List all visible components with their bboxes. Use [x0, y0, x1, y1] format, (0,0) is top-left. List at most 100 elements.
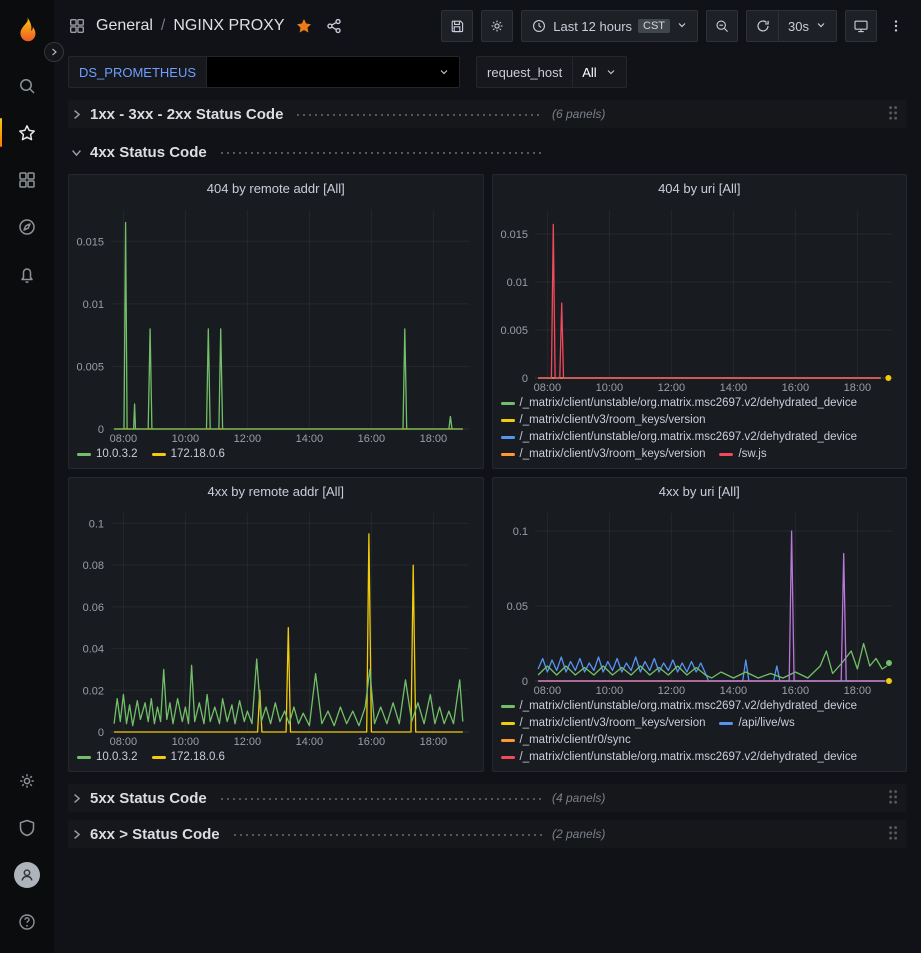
legend-item[interactable]: 10.0.3.2 [77, 446, 138, 463]
legend-item[interactable]: 172.18.0.6 [152, 749, 225, 766]
grafana-flame-icon [12, 15, 42, 45]
row-header-1xx-3xx-2xx[interactable]: 1xx - 3xx - 2xx Status Code (6 panels) [68, 100, 907, 128]
dashboard-settings-button[interactable] [481, 10, 513, 42]
svg-text:0: 0 [98, 424, 104, 436]
legend-item[interactable]: /_matrix/client/v3/room_keys/version [501, 715, 706, 732]
legend-item[interactable]: /_matrix/client/r0/sync [501, 732, 631, 749]
datasource-select[interactable] [206, 56, 460, 88]
tv-mode-button[interactable] [845, 10, 877, 42]
svg-text:16:00: 16:00 [781, 685, 809, 697]
legend-label: 10.0.3.2 [96, 749, 138, 766]
svg-text:0.015: 0.015 [76, 236, 104, 248]
panel-4xx-by-remote-addr: 4xx by remote addr [All] 08:0010:0012:00… [68, 477, 484, 772]
panel-title[interactable]: 404 by remote addr [All] [69, 175, 483, 202]
time-series-chart[interactable]: 08:0010:0012:0014:0016:0018:0000.0050.01… [493, 202, 907, 394]
legend-label: 172.18.0.6 [171, 749, 225, 766]
shield-icon [17, 818, 37, 838]
row-panel-count: (2 panels) [552, 827, 605, 841]
legend-item[interactable]: /sw.js [719, 446, 766, 463]
refresh-button[interactable] [746, 10, 778, 42]
sidebar-item-server-admin[interactable] [0, 804, 54, 851]
legend-swatch [152, 756, 166, 759]
star-icon [17, 123, 37, 143]
legend-item[interactable]: /_matrix/client/v3/room_keys/version [501, 412, 706, 429]
top-navbar: General / NGINX PROXY [54, 0, 921, 52]
row-drag-handle[interactable] [889, 826, 899, 842]
refresh-interval-dropdown[interactable]: 30s [778, 10, 837, 42]
sidebar-item-profile[interactable] [0, 851, 54, 898]
time-range-label: Last 12 hours [553, 19, 632, 34]
svg-text:08:00: 08:00 [110, 736, 138, 748]
time-series-chart[interactable]: 08:0010:0012:0014:0016:0018:0000.0050.01… [69, 202, 483, 445]
legend-item[interactable]: /_matrix/client/unstable/org.matrix.msc2… [501, 429, 858, 446]
row-title: 4xx Status Code [90, 144, 207, 161]
chart-svg: 08:0010:0012:0014:0016:0018:0000.020.040… [69, 505, 483, 748]
panel-title[interactable]: 4xx by uri [All] [493, 478, 907, 505]
toolbar: Last 12 hours CST [441, 10, 907, 42]
legend-label: /api/live/ws [738, 715, 794, 732]
breadcrumb-separator: / [161, 17, 165, 35]
sidebar-item-starred[interactable] [0, 109, 54, 156]
share-icon[interactable] [325, 17, 343, 35]
help-circle-icon [17, 912, 37, 932]
zoom-out-button[interactable] [706, 10, 738, 42]
zoom-out-icon [714, 18, 730, 34]
svg-text:0: 0 [521, 676, 527, 688]
chart-svg: 08:0010:0012:0014:0016:0018:0000.0050.01… [69, 202, 483, 445]
legend-item[interactable]: /_matrix/client/unstable/org.matrix.msc2… [501, 698, 858, 715]
row-drag-handle[interactable] [889, 106, 899, 122]
expand-sidebar-button[interactable] [44, 42, 64, 62]
search-icon [17, 76, 37, 96]
sidebar-item-dashboards[interactable] [0, 156, 54, 203]
kebab-icon [888, 18, 904, 34]
sidebar-item-alerting[interactable] [0, 250, 54, 297]
dashboard-variables-bar: DS_PROMETHEUS request_host All [54, 52, 921, 92]
legend-swatch [501, 453, 515, 456]
time-range-picker[interactable]: Last 12 hours CST [521, 10, 698, 42]
time-series-chart[interactable]: 08:0010:0012:0014:0016:0018:0000.050.1 [493, 505, 907, 697]
svg-text:10:00: 10:00 [595, 382, 623, 394]
legend-label: /_matrix/client/unstable/org.matrix.msc2… [520, 698, 858, 715]
more-options-button[interactable] [885, 10, 907, 42]
variable-datasource: DS_PROMETHEUS [68, 56, 460, 88]
sidebar-item-explore[interactable] [0, 203, 54, 250]
legend-item[interactable]: /api/live/ws [719, 715, 794, 732]
svg-text:0.01: 0.01 [506, 277, 527, 289]
sidebar-item-search[interactable] [0, 62, 54, 109]
chevron-down-icon [70, 146, 84, 159]
time-series-chart[interactable]: 08:0010:0012:0014:0016:0018:0000.020.040… [69, 505, 483, 748]
legend-item[interactable]: /_matrix/client/unstable/org.matrix.msc2… [501, 749, 858, 766]
gear-icon [489, 18, 505, 34]
row-header-5xx[interactable]: 5xx Status Code (4 panels) [68, 784, 907, 812]
sidebar-item-configuration[interactable] [0, 757, 54, 804]
legend-swatch [501, 705, 515, 708]
request-host-select[interactable]: All [572, 56, 626, 88]
svg-text:0.005: 0.005 [76, 361, 104, 373]
legend-item[interactable]: 172.18.0.6 [152, 446, 225, 463]
chevron-right-icon [70, 108, 84, 121]
refresh-group: 30s [746, 10, 837, 42]
row-header-6xx[interactable]: 6xx > Status Code (2 panels) [68, 820, 907, 848]
variable-label-request-host: request_host [476, 56, 572, 88]
svg-text:18:00: 18:00 [843, 382, 871, 394]
legend-swatch [501, 419, 515, 422]
breadcrumb-section[interactable]: General [96, 17, 153, 35]
row-left: 1xx - 3xx - 2xx Status Code [70, 106, 542, 123]
row-header-4xx[interactable]: 4xx Status Code [68, 138, 907, 166]
row-drag-handle[interactable] [889, 790, 899, 806]
panel-title[interactable]: 4xx by remote addr [All] [69, 478, 483, 505]
legend-item[interactable]: 10.0.3.2 [77, 749, 138, 766]
legend-label: /_matrix/client/v3/room_keys/version [520, 412, 706, 429]
tv-icon [853, 18, 869, 34]
sidebar-item-help[interactable] [0, 898, 54, 945]
svg-text:0.005: 0.005 [500, 325, 528, 337]
legend-item[interactable]: /_matrix/client/v3/room_keys/version [501, 446, 706, 463]
legend-swatch [501, 756, 515, 759]
breadcrumb-title[interactable]: NGINX PROXY [173, 17, 284, 35]
row-left: 6xx > Status Code [70, 826, 542, 843]
favorite-star-icon[interactable] [295, 17, 313, 35]
person-icon [18, 866, 36, 884]
legend-item[interactable]: /_matrix/client/unstable/org.matrix.msc2… [501, 395, 858, 412]
panel-title[interactable]: 404 by uri [All] [493, 175, 907, 202]
save-dashboard-button[interactable] [441, 10, 473, 42]
